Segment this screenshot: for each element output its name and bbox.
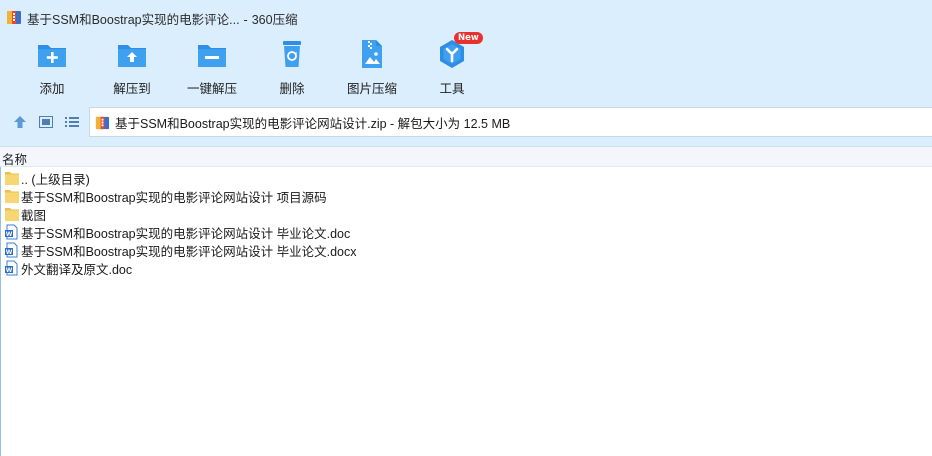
extract-to-button[interactable]: 解压到 [96, 38, 168, 98]
file-list: 名称 .. (上级目录) 基于SSM和Boostrap实现的电影评论网站设计 项… [0, 147, 932, 456]
window-title: 基于SSM和Boostrap实现的电影评论... -360压缩 [27, 9, 298, 28]
tools-button[interactable]: New 工具 [416, 32, 488, 98]
list-item[interactable]: 截图 [0, 205, 46, 223]
svg-text:W: W [6, 231, 13, 238]
file-name: .. (上级目录) [21, 172, 90, 187]
new-badge: New [454, 32, 483, 44]
file-name: 基于SSM和Boostrap实现的电影评论网站设计 项目源码 [21, 190, 327, 205]
title-bar: 基于SSM和Boostrap实现的电影评论... -360压缩 [0, 0, 932, 34]
window-title-filename: 基于SSM和Boostrap实现的电影评论... [27, 13, 240, 27]
extract-to-icon [118, 45, 146, 67]
word-doc-icon: W [5, 242, 18, 258]
folder-icon [5, 208, 19, 221]
folder-icon [5, 190, 19, 203]
zip-archive-icon [95, 116, 110, 129]
list-item[interactable]: W 基于SSM和Boostrap实现的电影评论网站设计 毕业论文.docx [0, 241, 356, 259]
list-item[interactable]: 基于SSM和Boostrap实现的电影评论网站设计 项目源码 [0, 187, 327, 205]
tools-label: 工具 [439, 82, 465, 96]
navigation-row: 基于SSM和Boostrap实现的电影评论网站设计.zip - 解包大小为 12… [0, 107, 932, 137]
thumbnail-view-icon [39, 116, 53, 128]
arrow-up-icon [14, 116, 26, 128]
image-compress-button[interactable]: 图片压缩 [336, 38, 408, 98]
one-click-extract-label: 一键解压 [186, 82, 237, 96]
file-name: 基于SSM和Boostrap实现的电影评论网站设计 毕业论文.doc [21, 226, 351, 241]
path-text: 基于SSM和Boostrap实现的电影评论网站设计.zip - 解包大小为 12… [115, 116, 511, 131]
word-doc-icon: W [5, 224, 18, 240]
image-compress-icon [362, 40, 382, 68]
list-view-icon [65, 117, 79, 127]
one-click-extract-icon [198, 45, 226, 67]
list-view-button[interactable] [64, 114, 80, 130]
image-compress-label: 图片压缩 [346, 82, 397, 96]
column-header-name[interactable]: 名称 [2, 149, 27, 168]
file-name: 基于SSM和Boostrap实现的电影评论网站设计 毕业论文.docx [21, 244, 357, 259]
add-button[interactable]: 添加 [16, 38, 88, 98]
one-click-extract-button[interactable]: 一键解压 [176, 38, 248, 98]
tools-icon-wrap: New [436, 32, 483, 70]
svg-text:W: W [6, 249, 13, 256]
file-name: 外文翻译及原文.doc [21, 262, 133, 277]
window-title-separator: - [243, 13, 248, 27]
add-icon [38, 45, 66, 67]
add-label: 添加 [39, 82, 65, 96]
svg-text:W: W [6, 267, 13, 274]
extract-to-label: 解压到 [113, 82, 151, 96]
list-item[interactable]: W 外文翻译及原文.doc [0, 259, 132, 277]
column-header: 名称 [0, 147, 932, 167]
path-bar[interactable]: 基于SSM和Boostrap实现的电影评论网站设计.zip - 解包大小为 12… [89, 107, 932, 137]
delete-button[interactable]: 删除 [256, 38, 328, 98]
list-item[interactable]: .. (上级目录) [0, 169, 90, 187]
file-name: 截图 [21, 208, 47, 223]
app-header: 基于SSM和Boostrap实现的电影评论... -360压缩 添加 解压到 一… [0, 0, 932, 147]
toolbar: 添加 解压到 一键解压 删除 图片压缩 New 工具 [0, 32, 932, 98]
delete-icon [283, 41, 301, 67]
go-up-button[interactable] [12, 114, 28, 130]
word-doc-icon: W [5, 260, 18, 276]
app-logo-icon [7, 11, 21, 24]
thumbnail-view-button[interactable] [38, 114, 54, 130]
window-title-app: 360压缩 [251, 13, 298, 27]
list-item[interactable]: W 基于SSM和Boostrap实现的电影评论网站设计 毕业论文.doc [0, 223, 350, 241]
folder-icon [5, 172, 19, 185]
delete-label: 删除 [279, 82, 305, 96]
